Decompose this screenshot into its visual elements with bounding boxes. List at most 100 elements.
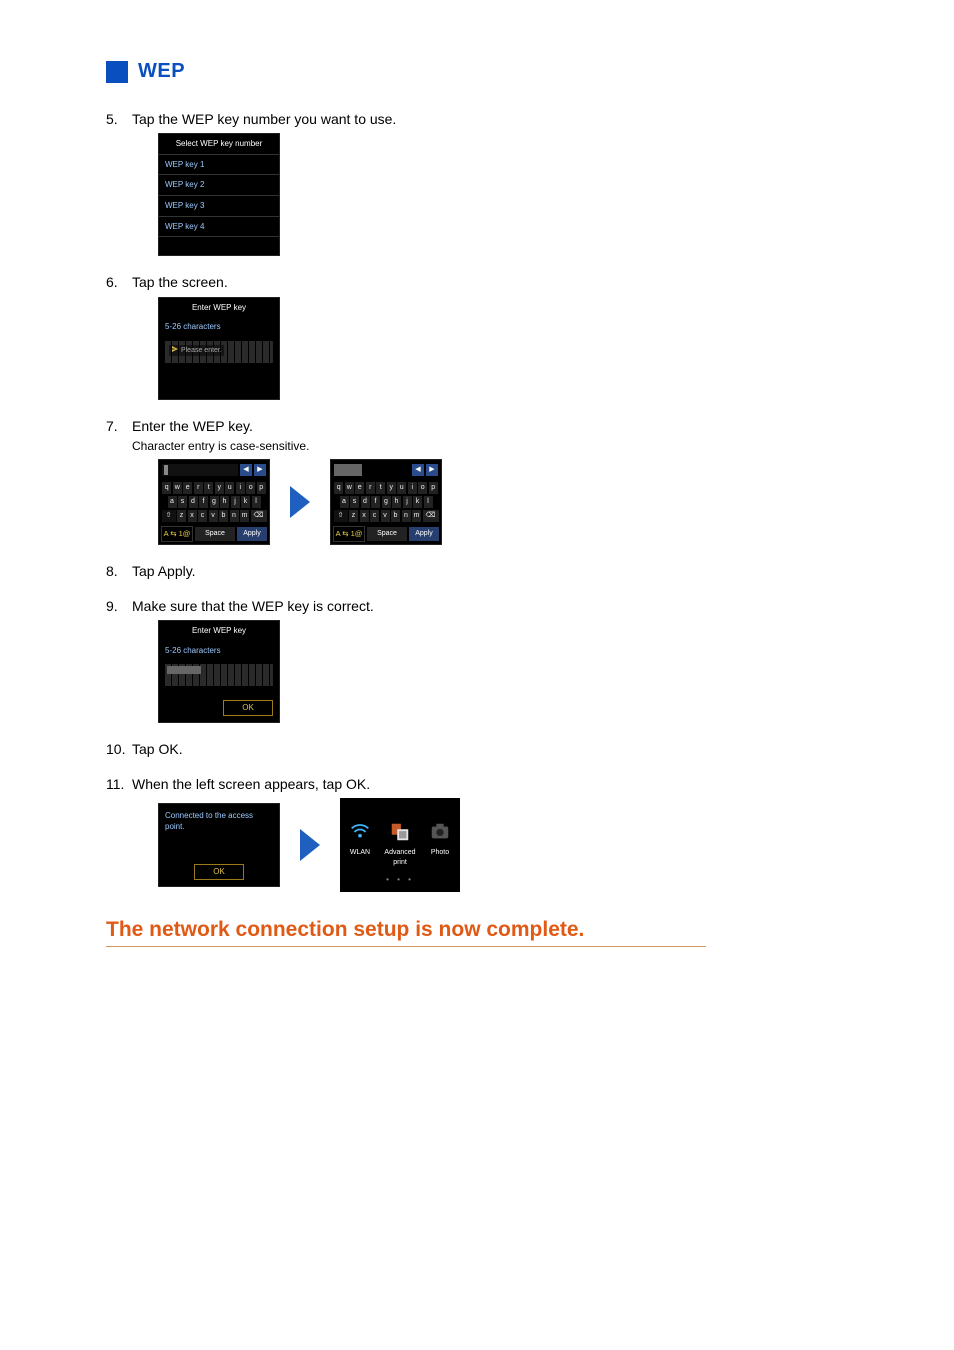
ok-button[interactable]: OK <box>223 700 273 716</box>
keyboard-input[interactable] <box>162 464 238 476</box>
step-7-text: Enter the WEP key. <box>132 418 253 434</box>
keyboard-input[interactable] <box>334 464 410 476</box>
keyboard-key[interactable]: n <box>402 510 411 522</box>
keyboard-key[interactable]: c <box>198 510 207 522</box>
step-list: Tap the WEP key number you want to use. … <box>106 109 874 892</box>
keyboard-key[interactable]: e <box>355 482 364 494</box>
keyboard-key[interactable]: y <box>387 482 396 494</box>
keyboard-key[interactable]: b <box>219 510 228 522</box>
keyboard-key[interactable]: y <box>215 482 224 494</box>
keyboard-mode-toggle[interactable]: A ⇆ 1@ <box>333 526 365 542</box>
char-count-hint: 5-26 characters <box>165 321 273 333</box>
keyboard-key[interactable]: z <box>177 510 186 522</box>
enter-wep-title: Enter WEP key <box>159 621 279 641</box>
keyboard-key[interactable]: p <box>429 482 438 494</box>
keyboard-key[interactable]: w <box>173 482 182 494</box>
keyboard-key[interactable]: c <box>370 510 379 522</box>
keyboard-key[interactable]: k <box>413 496 422 508</box>
keyboard-key[interactable]: a <box>168 496 177 508</box>
keyboard-key[interactable]: m <box>240 510 249 522</box>
keyboard-key[interactable]: j <box>403 496 412 508</box>
keyboard-key[interactable]: r <box>366 482 375 494</box>
keyboard-key[interactable]: p <box>257 482 266 494</box>
keyboard-key[interactable]: h <box>392 496 401 508</box>
keyboard-key[interactable]: h <box>220 496 229 508</box>
cursor-left-icon[interactable]: ◀ <box>412 464 424 476</box>
keyboard-key[interactable]: ⇧ <box>334 510 348 522</box>
cursor-left-icon[interactable]: ◀ <box>240 464 252 476</box>
connected-message: Connected to the access point. <box>159 804 279 858</box>
advanced-print-icon <box>388 820 412 844</box>
keyboard-key[interactable]: o <box>418 482 427 494</box>
cursor-right-icon[interactable]: ▶ <box>426 464 438 476</box>
heading-square-icon <box>106 61 128 83</box>
keyboard-key[interactable]: w <box>345 482 354 494</box>
wlan-icon <box>348 820 372 844</box>
keyboard-key[interactable]: t <box>204 482 213 494</box>
keyboard-key[interactable]: v <box>209 510 218 522</box>
home-wlan[interactable]: WLAN <box>342 820 378 858</box>
home-wlan-label: WLAN <box>350 849 370 856</box>
keyboard-key[interactable]: q <box>162 482 171 494</box>
wep-key-placeholder: Please enter. <box>169 345 224 356</box>
keyboard-key[interactable]: f <box>371 496 380 508</box>
keyboard-key[interactable]: s <box>350 496 359 508</box>
keyboard-key[interactable]: o <box>246 482 255 494</box>
keyboard-key[interactable]: ⌫ <box>251 510 267 522</box>
home-photo[interactable]: Photo <box>422 820 458 858</box>
page-indicator-dots: • • • <box>340 874 460 886</box>
enter-wep-title: Enter WEP key <box>159 298 279 318</box>
keyboard-key[interactable]: k <box>241 496 250 508</box>
step-5-text: Tap the WEP key number you want to use. <box>132 111 396 127</box>
keyboard-key[interactable]: x <box>360 510 369 522</box>
keyboard-key[interactable]: d <box>361 496 370 508</box>
keyboard-key[interactable]: g <box>382 496 391 508</box>
photo-icon <box>428 820 452 844</box>
home-screen: WLAN Advanced print Photo <box>340 798 460 892</box>
keyboard-key[interactable]: e <box>183 482 192 494</box>
wep-key-option[interactable]: WEP key 1 <box>159 154 279 175</box>
keyboard-key[interactable]: d <box>189 496 198 508</box>
keyboard-space[interactable]: Space <box>367 527 407 541</box>
keyboard-key[interactable]: i <box>408 482 417 494</box>
transition-arrow-icon <box>298 827 322 863</box>
keyboard-key[interactable]: ⇧ <box>162 510 176 522</box>
ok-button[interactable]: OK <box>194 864 244 880</box>
keyboard-key[interactable]: l <box>252 496 261 508</box>
keyboard-key[interactable]: b <box>391 510 400 522</box>
step-7: Enter the WEP key. Character entry is ca… <box>106 416 874 546</box>
wep-key-option[interactable]: WEP key 2 <box>159 174 279 195</box>
wep-key-option[interactable]: WEP key 4 <box>159 216 279 237</box>
wep-key-input[interactable]: Please enter. <box>165 341 273 363</box>
keyboard-key[interactable]: g <box>210 496 219 508</box>
keyboard-key[interactable]: u <box>397 482 406 494</box>
keyboard-space[interactable]: Space <box>195 527 235 541</box>
char-count-hint: 5-26 characters <box>165 645 273 657</box>
cursor-right-icon[interactable]: ▶ <box>254 464 266 476</box>
keyboard-key[interactable]: j <box>231 496 240 508</box>
wep-key-input[interactable] <box>165 664 273 686</box>
keyboard-key[interactable]: r <box>194 482 203 494</box>
keyboard-key[interactable]: i <box>236 482 245 494</box>
keyboard-key[interactable]: v <box>381 510 390 522</box>
keyboard-mode-toggle[interactable]: A ⇆ 1@ <box>161 526 193 542</box>
step-6-text: Tap the screen. <box>132 274 228 290</box>
keyboard-key[interactable]: a <box>340 496 349 508</box>
step-9: Make sure that the WEP key is correct. E… <box>106 596 874 723</box>
keyboard-key[interactable]: m <box>412 510 421 522</box>
home-advanced-print[interactable]: Advanced print <box>382 820 418 868</box>
keyboard-key[interactable]: x <box>188 510 197 522</box>
keyboard-apply-button[interactable]: Apply <box>409 527 439 541</box>
keyboard-key[interactable]: z <box>349 510 358 522</box>
keyboard-key[interactable]: u <box>225 482 234 494</box>
keyboard-key[interactable]: ⌫ <box>423 510 439 522</box>
keyboard-key[interactable]: l <box>424 496 433 508</box>
keyboard-key[interactable]: s <box>178 496 187 508</box>
keyboard-apply-button[interactable]: Apply <box>237 527 267 541</box>
step-8-text: Tap Apply. <box>132 563 196 579</box>
keyboard-key[interactable]: n <box>230 510 239 522</box>
keyboard-key[interactable]: f <box>199 496 208 508</box>
wep-key-option[interactable]: WEP key 3 <box>159 195 279 216</box>
keyboard-key[interactable]: t <box>376 482 385 494</box>
keyboard-key[interactable]: q <box>334 482 343 494</box>
